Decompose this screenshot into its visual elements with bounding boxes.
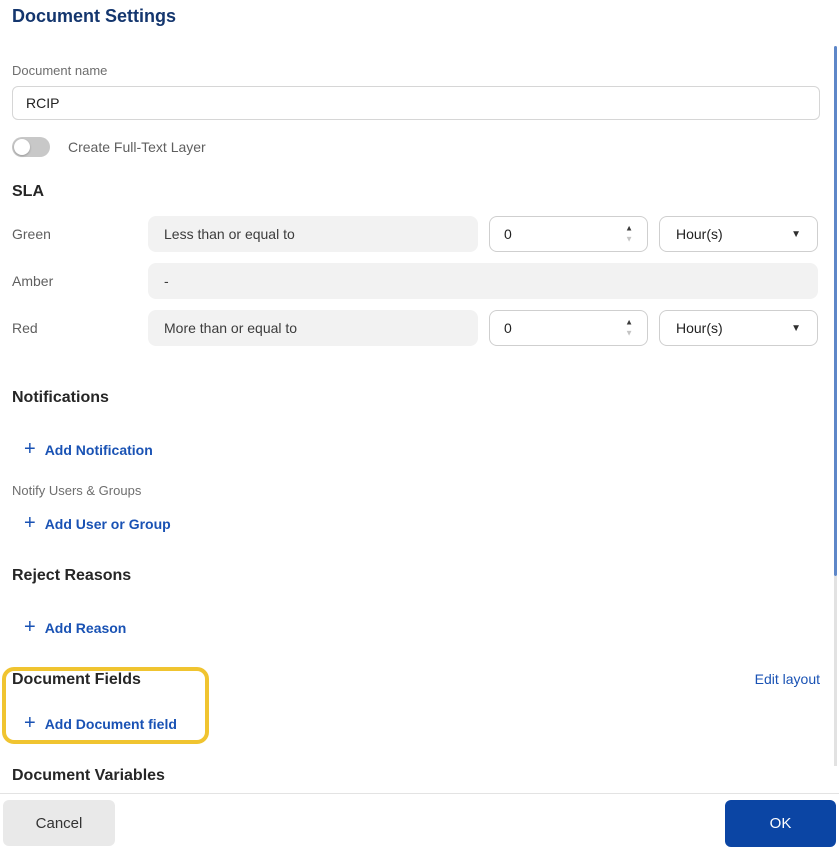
sla-red-unit-select[interactable]: Hour(s) ▼ (659, 310, 818, 346)
sla-green-condition-select[interactable]: Less than or equal to (148, 216, 478, 252)
reject-reasons-heading: Reject Reasons (12, 567, 132, 584)
add-document-field-label: Add Document field (44, 716, 177, 732)
sla-red-value: 0 (504, 320, 512, 336)
add-user-or-group-button[interactable]: + Add User or Group (12, 512, 171, 534)
caret-down-icon: ▼ (791, 228, 801, 240)
add-user-or-group-label: Add User or Group (44, 516, 171, 532)
document-fields-header-row: Document Fields Edit layout (12, 670, 820, 689)
add-notification-button[interactable]: + Add Notification (12, 438, 153, 460)
spinner-down-icon[interactable]: ▼ (625, 235, 633, 244)
ok-button[interactable]: OK (725, 800, 836, 847)
add-notification-label: Add Notification (44, 442, 153, 458)
footer: Cancel OK (0, 794, 839, 848)
add-reason-label: Add Reason (44, 620, 127, 636)
toggle-knob (14, 139, 30, 155)
sla-green-value-input[interactable]: 0 ▲ ▼ (489, 216, 648, 252)
full-text-layer-toggle[interactable] (12, 137, 50, 157)
sla-amber-label: Amber (12, 273, 54, 289)
caret-down-icon: ▼ (791, 322, 801, 334)
sla-red-condition-select[interactable]: More than or equal to (148, 310, 478, 346)
plus-icon: + (24, 438, 36, 460)
edit-layout-link[interactable]: Edit layout (755, 671, 820, 687)
sla-heading: SLA (12, 183, 44, 200)
sla-amber-condition-field: - (148, 263, 818, 299)
scrollbar-thumb[interactable] (834, 46, 837, 576)
spinner-down-icon[interactable]: ▼ (625, 329, 633, 338)
document-name-input[interactable] (12, 86, 820, 120)
plus-icon: + (24, 616, 36, 638)
document-fields-heading: Document Fields (12, 671, 141, 688)
spinner-up-icon[interactable]: ▲ (625, 318, 633, 327)
sla-green-label: Green (12, 226, 51, 242)
sla-green-spinners: ▲ ▼ (625, 224, 633, 244)
add-reason-button[interactable]: + Add Reason (12, 616, 127, 638)
sla-row-green: Green Less than or equal to 0 ▲ ▼ Hour(s… (12, 216, 820, 252)
notifications-heading: Notifications (12, 389, 109, 406)
sla-green-unit-value: Hour(s) (676, 226, 723, 242)
sla-row-amber: Amber - (12, 263, 820, 299)
sla-row-red: Red More than or equal to 0 ▲ ▼ Hour(s) … (12, 310, 820, 346)
full-text-layer-row: Create Full-Text Layer (12, 137, 820, 157)
plus-icon: + (24, 512, 36, 534)
plus-icon: + (24, 712, 36, 734)
sla-green-unit-select[interactable]: Hour(s) ▼ (659, 216, 818, 252)
notify-users-groups-label: Notify Users & Groups (12, 483, 142, 498)
sla-green-value: 0 (504, 226, 512, 242)
spinner-up-icon[interactable]: ▲ (625, 224, 633, 233)
scrollbar-track[interactable] (834, 576, 837, 766)
cancel-button[interactable]: Cancel (3, 800, 115, 846)
sla-rows: Green Less than or equal to 0 ▲ ▼ Hour(s… (12, 216, 820, 346)
sla-red-spinners: ▲ ▼ (625, 318, 633, 338)
document-name-label: Document name (12, 63, 108, 78)
sla-red-unit-value: Hour(s) (676, 320, 723, 336)
sla-red-value-input[interactable]: 0 ▲ ▼ (489, 310, 648, 346)
add-document-field-button[interactable]: + Add Document field (12, 712, 177, 734)
document-settings-panel: Document Settings Document name Create F… (0, 4, 839, 785)
sla-red-label: Red (12, 320, 38, 336)
page-title: Document Settings (12, 6, 177, 26)
document-variables-heading: Document Variables (12, 767, 165, 784)
full-text-layer-label: Create Full-Text Layer (68, 139, 206, 155)
